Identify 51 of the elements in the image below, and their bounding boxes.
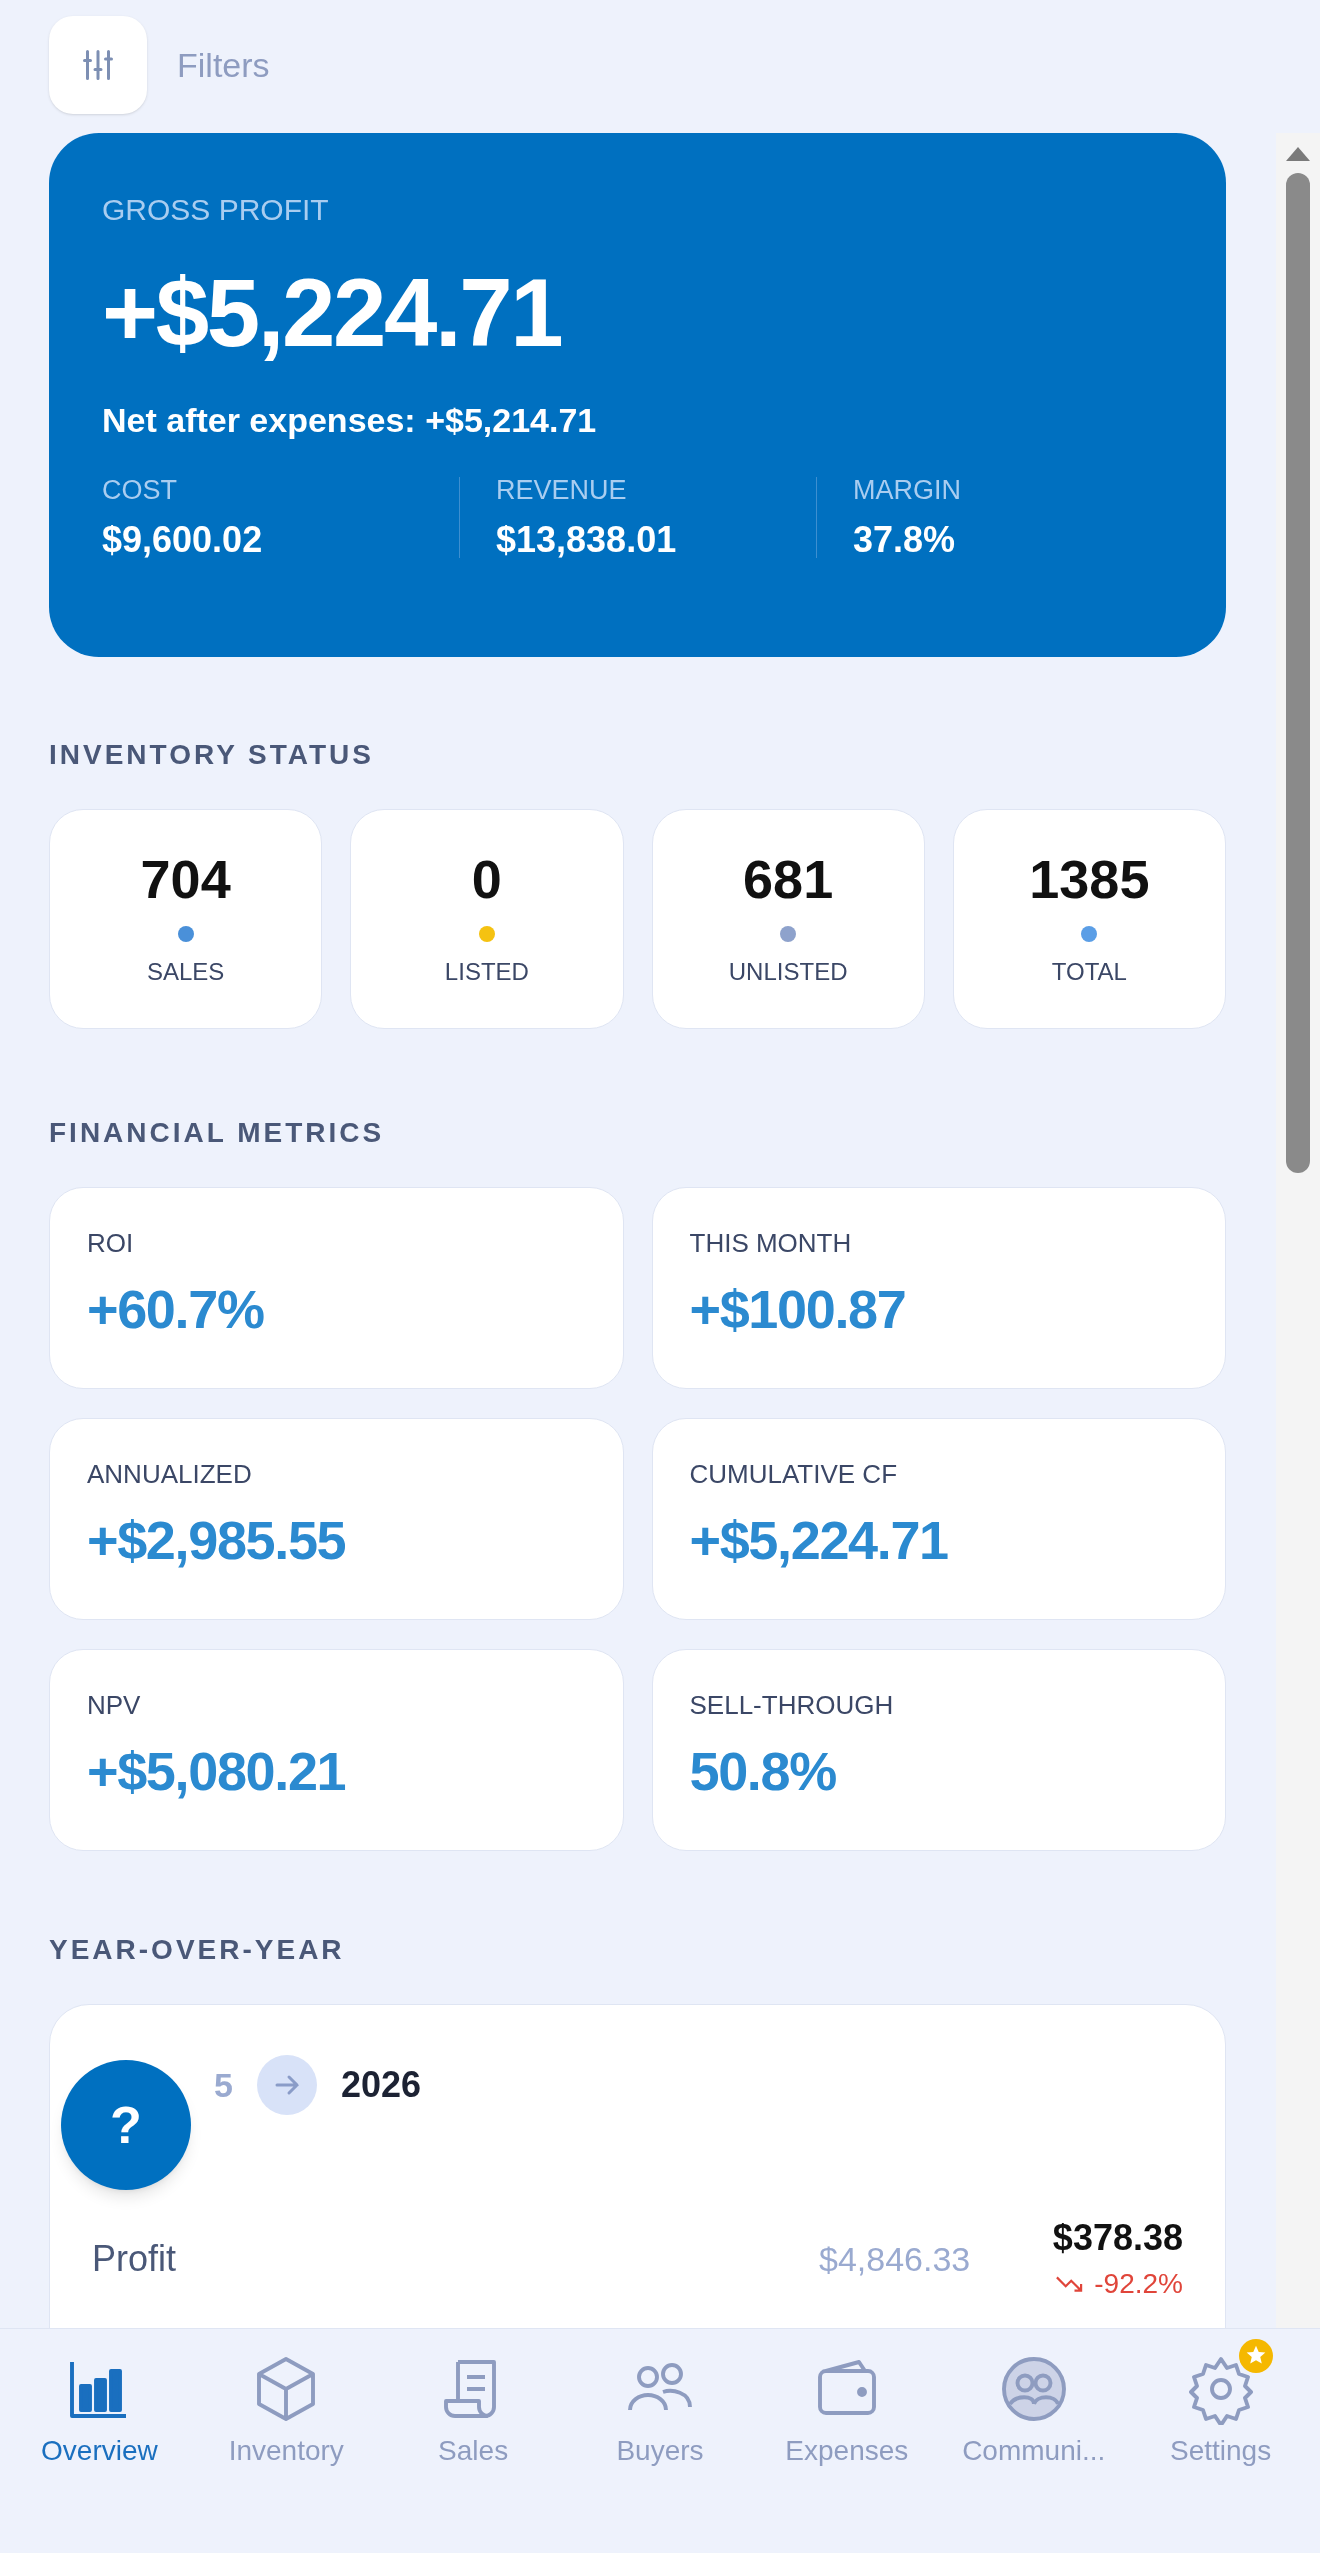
to-year: 2026 [340, 2063, 421, 2107]
nav-tab[interactable]: Expenses [765, 2337, 929, 2465]
metric-value: +60.7% [87, 1282, 265, 1336]
metric-value: +$5,224.71 [689, 1513, 949, 1567]
nav-tab[interactable]: Buyers [596, 2337, 724, 2465]
metric-value: +$5,080.21 [87, 1744, 347, 1798]
nav-tab[interactable]: Sales [417, 2337, 530, 2465]
metric-label: THIS MONTH [689, 1230, 853, 1256]
change-percent: -92.2% [1094, 2270, 1183, 2298]
metric-label: ANNUALIZED [87, 1461, 253, 1487]
stat-value: $9,600.02 [102, 522, 264, 558]
sliders-icon [80, 47, 116, 83]
nav-tab[interactable]: Inventory [208, 2337, 364, 2465]
previous-value: $4,846.33 [819, 2238, 971, 2280]
from-year: 5 [214, 2064, 233, 2106]
section-title: FINANCIAL METRICS [49, 1119, 386, 1147]
inventory-label: TOTAL [1051, 960, 1127, 984]
metric-label: NPV [87, 1692, 142, 1718]
scrollbar-thumb[interactable] [1286, 173, 1310, 1173]
current-value: $378.38 [1052, 2220, 1183, 2256]
filters-button[interactable] [49, 16, 147, 114]
inventory-count: 1385 [1029, 852, 1150, 906]
inventory-count: 0 [471, 852, 502, 906]
filters-label[interactable]: Filters [177, 39, 270, 91]
stat-value: 37.8% [853, 522, 957, 558]
stat-label: REVENUE [496, 477, 628, 504]
section-title: INVENTORY STATUS [49, 741, 375, 769]
inventory-count: 681 [743, 852, 834, 906]
inventory-label: UNLISTED [728, 960, 848, 984]
metric-label: Profit [92, 2237, 178, 2281]
metric-value: +$2,985.55 [87, 1513, 347, 1567]
net-after-expenses: Net after expenses: +$5,214.71 [102, 403, 598, 437]
section-title: YEAR-OVER-YEAR [49, 1936, 346, 1964]
metric-label: ROI [87, 1230, 135, 1256]
metric-label: CUMULATIVE CF [689, 1461, 899, 1487]
stat-value: $13,838.01 [496, 522, 678, 558]
inventory-label: LISTED [444, 960, 529, 984]
gross-profit-label: GROSS PROFIT [102, 195, 330, 225]
stat-label: MARGIN [853, 477, 962, 504]
arrow-right-icon [256, 2055, 317, 2115]
stat-label: COST [102, 477, 178, 504]
inventory-label: SALES [146, 960, 225, 984]
nav-tab[interactable]: Settings [1150, 2337, 1292, 2465]
metric-label: SELL-THROUGH [689, 1692, 895, 1718]
nav-tab[interactable]: Overview [21, 2337, 178, 2465]
nav-tab[interactable]: Communi... [942, 2337, 1126, 2465]
scrollbar[interactable] [1276, 133, 1320, 2328]
inventory-count: 704 [140, 852, 231, 906]
metric-value: +$100.87 [689, 1282, 907, 1336]
gross-profit-value: +$5,224.71 [102, 265, 563, 361]
metric-value: 50.8% [689, 1744, 837, 1798]
